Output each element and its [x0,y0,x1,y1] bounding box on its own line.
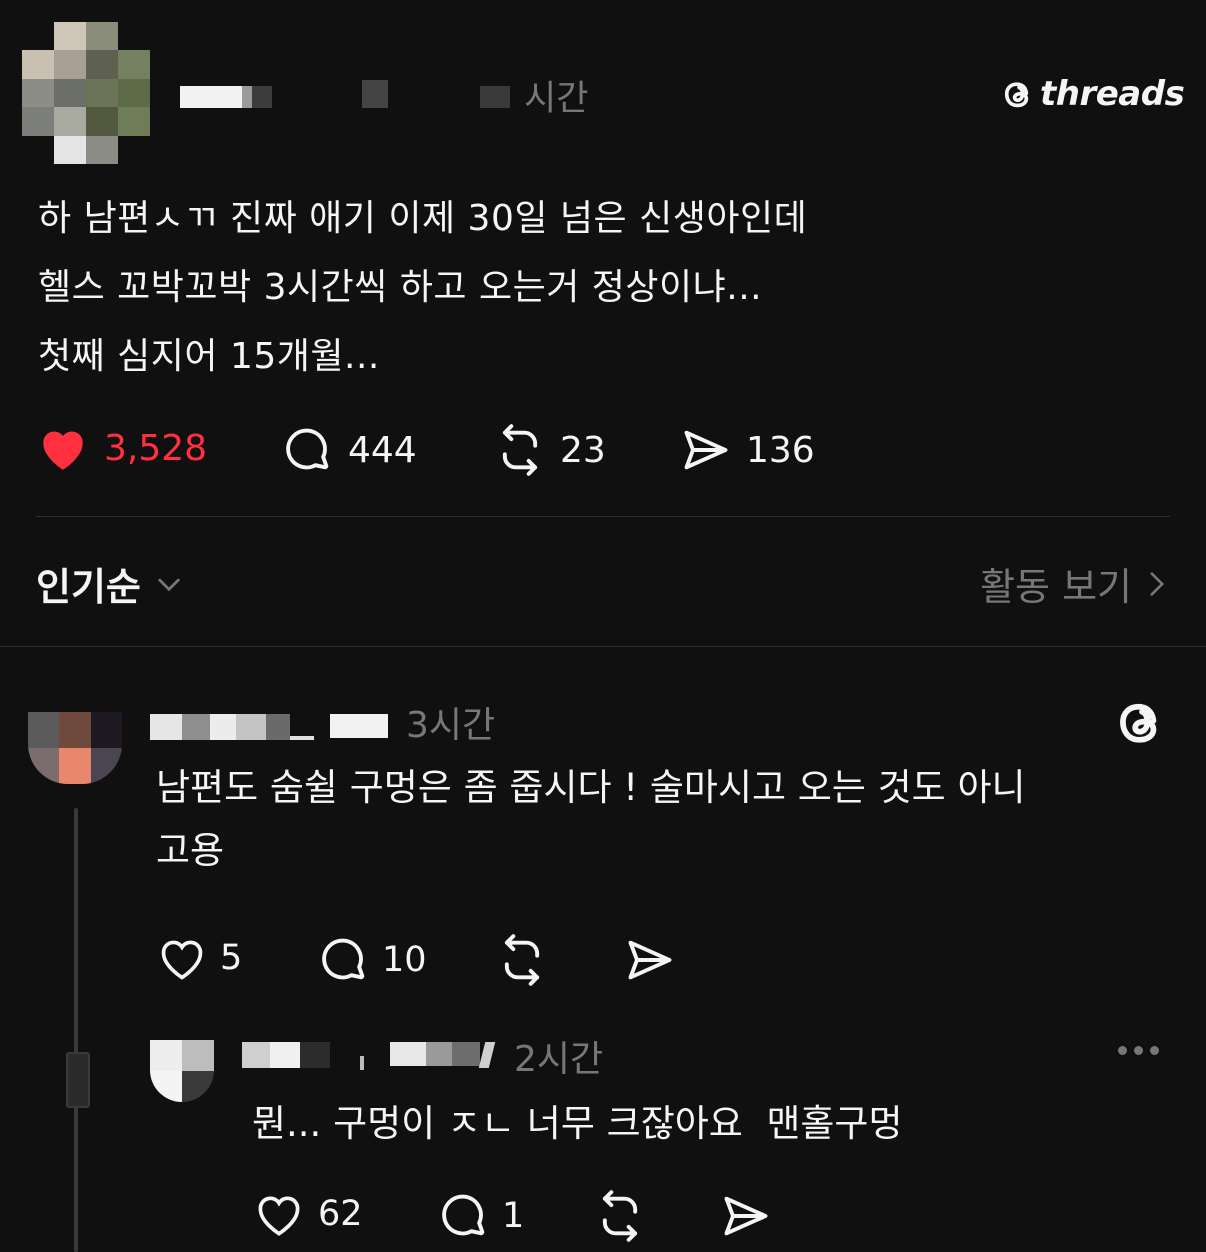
reply-share-button[interactable] [624,934,676,986]
threads-logo-icon [1002,76,1036,112]
post-author-avatar[interactable] [22,22,150,164]
post-body: 하 남편ㅅㄲ 진짜 애기 이제 30일 넘은 신생아인데 헬스 꼬박꼬박 3시간… [38,184,1178,391]
nested-reply-share-button[interactable] [720,1190,772,1242]
chevron-right-icon [1144,568,1170,600]
divider [0,646,1206,647]
nested-reply-like-button[interactable]: 62 [252,1190,363,1238]
chevron-down-icon [153,568,185,600]
more-dot-icon [1134,1046,1143,1055]
reply-author-avatar[interactable] [28,712,122,784]
more-dot-icon [1150,1046,1159,1055]
reply-like-button[interactable]: 5 [156,934,242,982]
heart-outline-icon [252,1190,306,1238]
thread-line [74,808,78,1252]
reply-comment-button[interactable]: 10 [318,934,427,986]
nested-reply-time: 2시간 [514,1039,604,1080]
more-options-button[interactable] [1118,1046,1159,1055]
heart-filled-icon [36,424,90,472]
share-count: 136 [746,429,815,471]
threads-icon [1114,694,1170,750]
reply-line: 고용 [156,829,225,872]
sort-dropdown[interactable]: 인기순 [36,556,185,611]
share-button[interactable]: 136 [680,424,815,476]
reply-author-username-redacted[interactable] [150,712,400,742]
divider [36,516,1170,517]
nested-reply-repost-button[interactable] [594,1190,646,1242]
repost-icon [594,1190,646,1242]
comment-button[interactable]: 444 [282,424,417,476]
repost-button[interactable]: 23 [494,424,606,476]
heart-outline-icon [156,934,208,982]
like-count: 3,528 [104,427,208,469]
comment-icon [282,424,334,476]
nested-reply-comment-count: 1 [502,1196,525,1236]
reply-repost-button[interactable] [496,934,548,986]
reply-comment-count: 10 [382,940,427,980]
repost-icon [496,934,548,986]
reply-body: 남편도 숨쉴 구멍은 좀 줍시다 ! 술마시고 오는 것도 아니 고용 [156,756,1156,882]
send-icon [720,1190,772,1242]
nested-reply-author-avatar[interactable] [150,1040,214,1102]
thread-line-marker [66,1052,90,1108]
threads-logo-text: threads [1040,74,1185,114]
reply-line: 남편도 숨쉴 구멍은 좀 줍시다 ! 술마시고 오는 것도 아니 [156,766,1026,809]
view-activity-label: 활동 보기 [980,565,1132,609]
comment-icon [318,934,370,986]
repost-icon [494,424,546,476]
send-icon [624,934,676,986]
comment-count: 444 [348,429,417,471]
threads-logo[interactable]: threads [1002,74,1185,114]
more-dot-icon [1118,1046,1127,1055]
nested-reply-author-username-redacted[interactable] [242,1040,504,1070]
sort-label: 인기순 [36,565,141,609]
nested-reply-comment-button[interactable]: 1 [438,1190,524,1242]
threads-icon-button[interactable] [1114,694,1170,750]
reply-like-count: 5 [220,938,243,978]
nested-reply-body: 뭔... 구멍이 ㅈㄴ 너무 크잖아요 맨홀구멍 [252,1102,903,1145]
view-activity-link[interactable]: 활동 보기 [980,556,1170,611]
comment-icon [438,1190,490,1242]
post-author-username-redacted[interactable] [180,80,520,112]
post-line: 하 남편ㅅㄲ 진짜 애기 이제 30일 넘은 신생아인데 [38,198,808,239]
post-line: 첫째 심지어 15개월... [38,336,380,377]
reply-time: 3시간 [406,705,496,746]
like-button[interactable]: 3,528 [36,424,207,472]
nested-reply-like-count: 62 [318,1194,363,1234]
repost-count: 23 [560,429,606,471]
post-time: 시간 [524,79,589,119]
post-line: 헬스 꼬박꼬박 3시간씩 하고 오는거 정상이냐... [38,267,763,308]
send-icon [680,424,732,476]
